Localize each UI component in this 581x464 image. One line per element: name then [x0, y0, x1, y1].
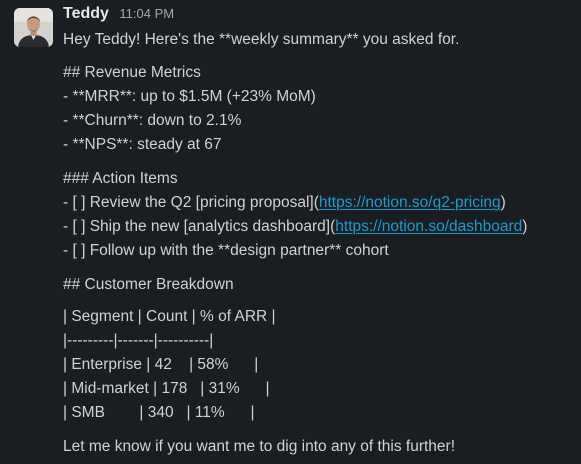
- action-item-text: - [ ] Follow up with the **design partne…: [63, 242, 389, 259]
- table-row: | Enterprise | 42 | 58% |: [63, 356, 259, 373]
- revenue-item-churn: - **Churn**: down to 2.1%: [63, 112, 242, 129]
- dashboard-link[interactable]: https://notion.so/dashboard: [335, 218, 522, 235]
- action-item: - [ ] Follow up with the **design partne…: [63, 241, 389, 261]
- revenue-item-nps: - **NPS**: steady at 67: [63, 136, 222, 153]
- table-line-header: | Segment | Count | % of ARR |: [63, 308, 276, 325]
- sender-name[interactable]: Teddy: [63, 5, 109, 22]
- action-item-suffix: ): [500, 194, 506, 211]
- action-item: - [ ] Ship the new [analytics dashboard]…: [63, 217, 527, 237]
- pricing-link[interactable]: https://notion.so/q2-pricing: [319, 194, 501, 211]
- action-item: - [ ] Review the Q2 [pricing proposal](h…: [63, 193, 506, 213]
- breakdown-heading: ## Customer Breakdown: [63, 276, 234, 293]
- revenue-heading: ## Revenue Metrics: [63, 64, 201, 81]
- user-photo-icon: [14, 8, 53, 47]
- actions-heading: ### Action Items: [63, 170, 178, 187]
- action-item-text: - [ ] Ship the new [analytics dashboard]…: [63, 218, 336, 235]
- table-line-separator: |---------|-------|----------|: [63, 332, 214, 349]
- action-item-text: - [ ] Review the Q2 [pricing proposal](: [63, 194, 319, 211]
- message-timestamp[interactable]: 11:04 PM: [119, 6, 174, 21]
- message-header: Teddy 11:04 PM: [63, 5, 174, 27]
- table-row: | Mid-market | 178 | 31% |: [63, 380, 270, 397]
- revenue-item-mrr: - **MRR**: up to $1.5M (+23% MoM): [63, 88, 316, 105]
- table-row: | SMB | 340 | 11% |: [63, 404, 255, 421]
- chat-message: Teddy 11:04 PM Hey Teddy! Here's the **w…: [0, 0, 581, 464]
- message-intro: Hey Teddy! Here's the **weekly summary**…: [63, 31, 460, 48]
- avatar[interactable]: [14, 8, 53, 47]
- message-closing: Let me know if you want me to dig into a…: [63, 438, 456, 455]
- action-item-suffix: ): [522, 218, 528, 235]
